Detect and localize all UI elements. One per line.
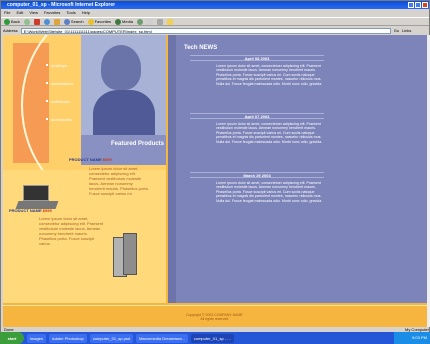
minimize-button[interactable]	[408, 2, 414, 8]
home-icon	[53, 18, 60, 25]
menu-favorites[interactable]: Favorites	[44, 9, 60, 17]
refresh-icon	[43, 18, 50, 25]
menu-edit[interactable]: Edit	[16, 9, 23, 17]
featured-title: Featured Products	[111, 141, 165, 147]
search-icon	[63, 18, 70, 25]
taskbar-item[interactable]: Adobe Photoshop	[48, 333, 87, 343]
nav-item-desktops[interactable]: desktops	[45, 63, 67, 68]
box-back	[123, 233, 137, 275]
product-desc: Lorem ipsum dolor sit amet, consectetur …	[39, 216, 104, 246]
taskbar: start images Adobe Photoshop computer_01…	[0, 332, 430, 344]
favorites-button[interactable]: Favorites	[87, 18, 111, 25]
taskbar-item-active[interactable]: computer_01_sp - ...	[190, 333, 234, 343]
menu-file[interactable]: File	[4, 9, 10, 17]
start-button[interactable]: start	[0, 332, 24, 344]
news-item: March 29 2003 Lorem ipsum dolor sit amet…	[190, 172, 324, 203]
news-column: Tech NEWS April 08 2003 Lorem ipsum dolo…	[168, 35, 427, 303]
product-price: $999	[42, 208, 52, 213]
footer-line	[3, 305, 427, 306]
left-column: desktops workstations notebooks accessor…	[3, 35, 166, 327]
nav-item-workstations[interactable]: workstations	[45, 81, 73, 86]
stop-button[interactable]	[33, 18, 40, 25]
mail-button[interactable]	[146, 18, 153, 25]
close-button[interactable]	[422, 2, 428, 8]
news-date: March 29 2003	[190, 172, 324, 178]
clock: 5:03 PM	[412, 335, 427, 340]
news-date: April 08 2003	[190, 55, 324, 61]
history-button[interactable]	[136, 18, 143, 25]
menu-help[interactable]: Help	[82, 9, 90, 17]
page-footer: Copyright © 2003 COMPANY NAME All rights…	[3, 303, 427, 327]
news-date: April 07 2003	[190, 113, 324, 119]
home-button[interactable]	[53, 18, 60, 25]
menu-bar: File Edit View Favorites Tools Help	[1, 9, 429, 17]
forward-arrow-icon	[23, 18, 30, 25]
back-button[interactable]: Back	[4, 18, 20, 25]
product-1: PRODUCT NAME $999 Lorem ipsum dolor sit …	[69, 157, 149, 196]
laptop-screen	[23, 185, 49, 201]
system-tray: 5:03 PM	[394, 332, 430, 344]
folder-icon	[166, 18, 173, 25]
woman-head-image	[101, 45, 141, 90]
folder-button[interactable]	[166, 18, 173, 25]
star-icon	[87, 18, 94, 25]
news-item: April 08 2003 Lorem ipsum dolor sit amet…	[190, 55, 324, 86]
copyright: Copyright © 2003 COMPANY NAME All rights…	[186, 313, 243, 321]
menu-view[interactable]: View	[29, 9, 38, 17]
menu-tools[interactable]: Tools	[66, 9, 75, 17]
product-name[interactable]: PRODUCT NAME	[69, 157, 102, 162]
window-title: computer_01_sp - Microsoft Internet Expl…	[7, 2, 116, 8]
news-title: Tech NEWS	[184, 45, 218, 51]
product-2: PRODUCT NAME $999 Lorem ipsum dolor sit …	[9, 208, 104, 246]
go-button[interactable]: Go	[394, 28, 399, 33]
refresh-button[interactable]	[43, 18, 50, 25]
news-text: Lorem ipsum dolor sit amet, consectetuer…	[216, 181, 323, 203]
nav-item-accessories[interactable]: accessories	[45, 117, 72, 122]
stop-icon	[33, 18, 40, 25]
product-desc: Lorem ipsum dolor sit amet, consectetur …	[89, 166, 149, 196]
rights-text: All rights reserved	[200, 317, 229, 321]
links-button[interactable]: Links	[402, 28, 411, 33]
address-bar: Address E:\Work\Web\Site\site_01\1111111…	[1, 26, 429, 35]
news-text: Lorem ipsum dolor sit amet, consectetuer…	[216, 64, 323, 86]
forward-button[interactable]	[23, 18, 30, 25]
news-shade	[168, 35, 176, 303]
address-input[interactable]: E:\Work\Web\Site\site_01\1111111111\page…	[20, 27, 391, 34]
product-name[interactable]: PRODUCT NAME	[9, 208, 42, 213]
news-text: Lorem ipsum dolor sit amet, consectetuer…	[216, 122, 323, 144]
media-button[interactable]: Media	[115, 18, 133, 25]
browser-window: computer_01_sp - Microsoft Internet Expl…	[0, 0, 430, 344]
nav-panel: desktops workstations notebooks accessor…	[3, 35, 166, 170]
maximize-button[interactable]	[415, 2, 421, 8]
back-arrow-icon	[4, 18, 10, 25]
product-price: $999	[102, 157, 112, 162]
title-bar: computer_01_sp - Microsoft Internet Expl…	[1, 1, 429, 9]
taskbar-item[interactable]: images	[27, 333, 46, 343]
taskbar-item[interactable]: Macromedia Dreamwea...	[136, 333, 188, 343]
taskbar-item[interactable]: computer_01_sp.psd	[89, 333, 134, 343]
news-item: April 07 2003 Lorem ipsum dolor sit amet…	[190, 113, 324, 144]
address-label: Address	[3, 28, 18, 33]
media-icon	[115, 18, 122, 25]
software-box-image[interactable]	[113, 233, 139, 279]
mail-icon	[146, 18, 153, 25]
history-icon	[136, 18, 143, 25]
nav-item-notebooks[interactable]: notebooks	[45, 99, 69, 104]
print-icon	[156, 18, 163, 25]
toolbar: Back Search Favorites Media	[1, 17, 429, 26]
page-viewport: desktops workstations notebooks accessor…	[3, 35, 427, 327]
search-button[interactable]: Search	[63, 18, 84, 25]
print-button[interactable]	[156, 18, 163, 25]
